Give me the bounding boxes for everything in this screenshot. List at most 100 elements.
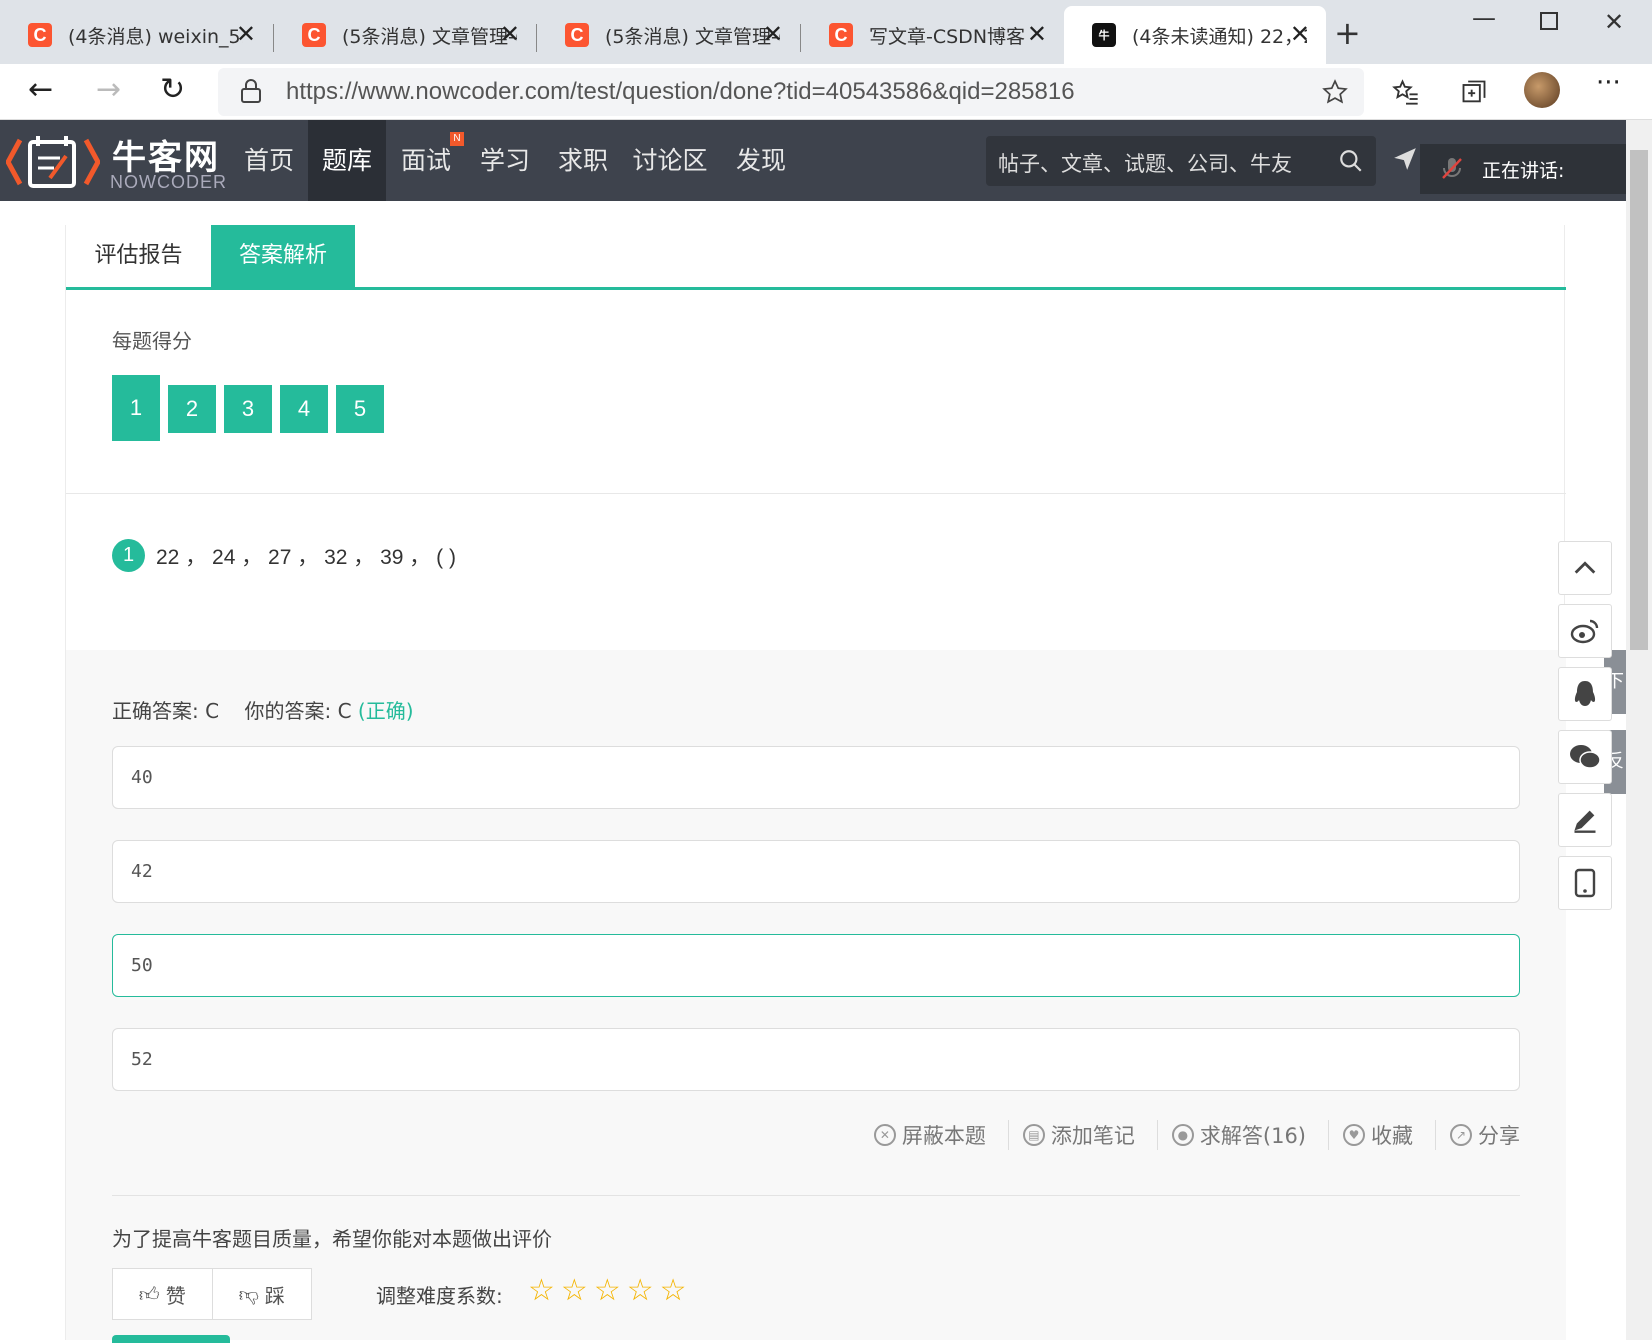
answer-result: (正确) [357, 699, 414, 723]
url-text: https://www.nowcoder.com/test/question/d… [286, 78, 1075, 105]
nav-question-bank[interactable]: 题库 [308, 120, 386, 201]
close-tab-icon[interactable]: ✕ [236, 20, 256, 48]
question-score-1[interactable]: 1 [112, 375, 160, 441]
block-question-button[interactable]: ✕ 屏蔽本题 [873, 1120, 986, 1150]
nav-discuss[interactable]: 讨论区 [624, 120, 716, 201]
question-score-3[interactable]: 3 [224, 385, 272, 433]
pencil-icon [1574, 810, 1596, 833]
report-tabs: 评估报告 答案解析 [66, 225, 1566, 290]
question-score-4[interactable]: 4 [280, 385, 328, 433]
tab-title: (5条消息) 文章管理-( [342, 25, 517, 48]
answer-summary: 正确答案: C 你的答案: C (正确) [112, 695, 414, 724]
weibo-icon [1570, 619, 1599, 644]
nav-discover[interactable]: 发现 [724, 120, 798, 201]
like-label: 赞 [165, 1283, 186, 1308]
nowcoder-logo-icon[interactable] [6, 132, 100, 192]
browser-tab-strip: C (4条消息) weixin_511 ✕ C (5条消息) 文章管理-( ✕ … [0, 0, 1652, 64]
back-to-top-button[interactable] [1558, 541, 1612, 595]
star-icon[interactable]: ☆ [528, 1274, 555, 1308]
weibo-share-button[interactable] [1558, 604, 1612, 658]
submit-button[interactable] [112, 1335, 230, 1343]
scrollbar-thumb[interactable] [1630, 150, 1648, 650]
chevron-up-icon [1574, 561, 1596, 574]
maximize-icon[interactable] [1540, 12, 1558, 30]
favorites-list-icon[interactable] [1392, 78, 1420, 106]
page-scrollbar[interactable] [1626, 120, 1652, 1340]
tab-title: 写文章-CSDN博客 [869, 25, 1026, 48]
report-card: 评估报告 答案解析 每题得分 1 2 3 4 5 1 22 ， 24 ， 27 … [65, 225, 1566, 1343]
option-d: 52 [112, 1028, 1520, 1091]
edit-button[interactable] [1558, 793, 1612, 847]
mobile-button[interactable] [1558, 856, 1612, 910]
share-button[interactable]: ↗ 分享 [1435, 1120, 1520, 1150]
add-note-button[interactable]: ▤ 添加笔记 [1007, 1120, 1135, 1150]
close-window-icon[interactable]: ✕ [1604, 8, 1624, 36]
tab-title: (4条未读通知) 22，2 [1132, 25, 1307, 48]
nav-label: 面试 [400, 146, 451, 175]
difficulty-stars[interactable]: ☆ ☆ ☆ ☆ ☆ [528, 1274, 687, 1308]
option-b: 42 [112, 840, 1520, 903]
tab-evaluation-report[interactable]: 评估报告 [66, 225, 211, 287]
profile-avatar[interactable] [1524, 72, 1560, 108]
close-tab-icon[interactable]: ✕ [1290, 20, 1310, 48]
close-tab-icon[interactable]: ✕ [500, 20, 520, 48]
star-icon[interactable]: ☆ [594, 1274, 621, 1308]
star-icon[interactable]: ☆ [660, 1274, 687, 1308]
nowcoder-favicon-icon: 牛 [1092, 23, 1116, 47]
question-score-5[interactable]: 5 [336, 385, 384, 433]
close-tab-icon[interactable]: ✕ [1027, 20, 1047, 48]
option-c-correct: 50 [112, 934, 1520, 997]
dislike-label: 踩 [264, 1283, 285, 1308]
action-label: 添加笔记 [1050, 1124, 1135, 1148]
block-icon: ✕ [873, 1124, 896, 1146]
more-options-icon[interactable]: ··· [1596, 68, 1621, 98]
browser-tab[interactable]: C 写文章-CSDN博客 ✕ [801, 6, 1063, 64]
mobile-phone-icon [1574, 868, 1596, 898]
browser-tab[interactable]: C (4条消息) weixin_511 ✕ [0, 6, 272, 64]
nav-learn[interactable]: 学习 [468, 120, 542, 201]
browser-tab-active[interactable]: 牛 (4条未读通知) 22，2 ✕ [1064, 6, 1326, 64]
back-arrow-icon[interactable]: ← [28, 72, 53, 107]
search-icon[interactable] [1338, 148, 1364, 174]
dislike-button[interactable]: 👎︎ 踩 [211, 1269, 312, 1319]
browser-tab[interactable]: C (5条消息) 文章管理-( ✕ [274, 6, 536, 64]
logo-subtitle: NOWCODER [110, 172, 227, 192]
thumbs-down-icon: 👎︎ [238, 1281, 259, 1306]
nav-jobs[interactable]: 求职 [546, 120, 620, 201]
wechat-share-button[interactable] [1558, 730, 1612, 784]
question-index-badge: 1 [112, 539, 145, 572]
action-label: 分享 [1478, 1124, 1520, 1148]
forward-arrow-icon[interactable]: → [96, 72, 121, 107]
url-bar[interactable]: https://www.nowcoder.com/test/question/d… [218, 68, 1364, 116]
browser-tab[interactable]: C (5条消息) 文章管理-( ✕ [537, 6, 799, 64]
speaking-indicator: 正在讲话: [1420, 144, 1626, 194]
ask-answer-button[interactable]: ● 求解答(16) [1156, 1120, 1306, 1150]
thumbs-up-icon: 👍︎ [138, 1281, 160, 1306]
question-score-2[interactable]: 2 [168, 385, 216, 433]
divider [112, 1195, 1520, 1196]
heart-icon: ♥ [1343, 1124, 1365, 1146]
refresh-icon[interactable]: ↻ [160, 72, 185, 107]
favorite-star-icon[interactable] [1322, 79, 1348, 105]
csdn-favicon-icon: C [302, 23, 326, 47]
nav-home[interactable]: 首页 [232, 120, 306, 201]
qq-share-button[interactable] [1558, 667, 1612, 721]
send-arrow-icon[interactable] [1392, 146, 1418, 172]
nav-interview[interactable]: 面试 N [390, 120, 464, 201]
speaking-label: 正在讲话: [1482, 160, 1565, 182]
tab-answer-analysis[interactable]: 答案解析 [211, 225, 355, 287]
like-button[interactable]: 👍︎ 赞 [113, 1269, 212, 1319]
close-tab-icon[interactable]: ✕ [763, 20, 783, 48]
minimize-icon[interactable]: — [1472, 4, 1496, 32]
tab-title: (4条消息) weixin_511 [68, 25, 243, 48]
qq-penguin-icon [1574, 681, 1596, 706]
site-search-input[interactable]: 帖子、文章、试题、公司、牛友 [986, 136, 1376, 186]
star-icon[interactable]: ☆ [561, 1274, 588, 1308]
comment-icon: ● [1171, 1124, 1194, 1146]
search-placeholder: 帖子、文章、试题、公司、牛友 [998, 152, 1292, 176]
star-icon[interactable]: ☆ [627, 1274, 654, 1308]
favorite-button[interactable]: ♥ 收藏 [1328, 1120, 1413, 1150]
collections-icon[interactable] [1460, 78, 1488, 106]
muted-mic-icon[interactable] [1440, 156, 1464, 182]
new-tab-icon[interactable]: + [1334, 14, 1361, 52]
